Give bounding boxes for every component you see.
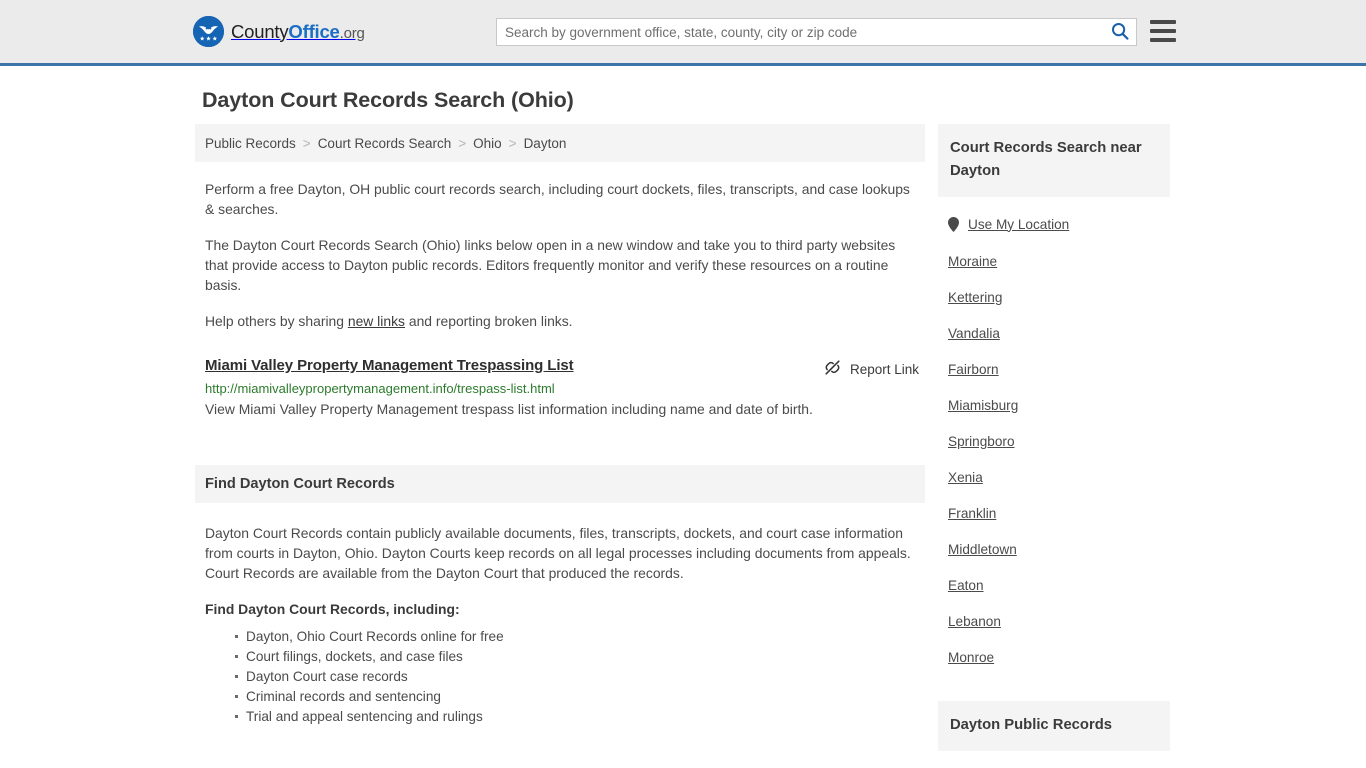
result-description: View Miami Valley Property Management tr… [205,401,813,417]
main-content: Public Records > Court Records Search > … [195,124,925,727]
search-button[interactable] [1104,19,1136,45]
list-item: Dayton Court case records [235,667,915,687]
list-item[interactable]: Springboro [938,423,1170,459]
list-item[interactable]: Eaton [938,567,1170,603]
search-icon [1111,22,1129,43]
intro-p3-after: and reporting broken links. [404,313,573,329]
intro-paragraph-3: Help others by sharing new links and rep… [195,311,925,331]
find-records-paragraph: Dayton Court Records contain publicly av… [205,525,911,581]
hamburger-menu-icon-bar-1 [1150,20,1176,24]
list-item: Criminal records and sentencing [235,687,915,707]
site-header: CountyOffice.org [0,0,1366,66]
list-item[interactable]: Kettering [938,279,1170,315]
breadcrumb: Public Records > Court Records Search > … [195,124,925,162]
public-records-heading: Dayton Public Records [938,701,1170,751]
sidebar: Court Records Search near Dayton Use My … [938,124,1170,768]
logo-word-org: .org [339,24,365,42]
nearby-city-eaton[interactable]: Eaton [948,578,984,593]
breadcrumb-separator: > [458,135,467,151]
list-item: Court filings, dockets, and case files [235,647,915,667]
logo-word-office: Office [288,20,340,42]
eagle-crest-icon [193,16,224,47]
map-pin-icon [948,216,959,232]
nearby-city-kettering[interactable]: Kettering [948,290,1002,305]
find-records-section-body: Dayton Court Records contain publicly av… [195,523,925,727]
use-my-location-row[interactable]: Use My Location [938,206,1170,242]
list-item[interactable]: Moraine [938,243,1170,279]
use-my-location-link[interactable]: Use My Location [968,217,1069,232]
breadcrumb-item-dayton: Dayton [523,135,567,151]
search-result-item: Miami Valley Property Management Trespas… [195,357,925,419]
intro-p3-before: Help others by sharing [205,313,348,329]
nearby-city-franklin[interactable]: Franklin [948,506,996,521]
nearby-city-vandalia[interactable]: Vandalia [948,326,1000,341]
nearby-city-springboro[interactable]: Springboro [948,434,1015,449]
site-logo[interactable]: CountyOffice.org [193,16,365,47]
nearby-city-moraine[interactable]: Moraine [948,254,997,269]
broken-link-icon [824,359,841,379]
list-item[interactable]: Fairborn [938,351,1170,387]
report-link-label: Report Link [849,361,919,377]
list-item: Dayton, Ohio Court Records online for fr… [235,627,915,647]
find-records-bullet-list: Dayton, Ohio Court Records online for fr… [205,627,915,727]
nearby-city-xenia[interactable]: Xenia [948,470,983,485]
use-my-location-list: Use My Location [938,206,1170,242]
breadcrumb-separator: > [302,135,311,151]
report-link-button[interactable]: Report Link [824,359,919,379]
hamburger-menu-button[interactable] [1150,20,1176,42]
page-title: Dayton Court Records Search (Ohio) [202,88,574,112]
nearby-city-middletown[interactable]: Middletown [948,542,1017,557]
list-item[interactable]: Xenia [938,459,1170,495]
intro-paragraph-2: The Dayton Court Records Search (Ohio) l… [205,237,896,293]
breadcrumb-separator: > [508,135,517,151]
new-links-link[interactable]: new links [348,313,405,329]
find-records-section-heading: Find Dayton Court Records [195,465,925,503]
hamburger-menu-icon-bar-3 [1150,38,1176,42]
nearby-cities-list: Moraine Kettering Vandalia Fairborn Miam… [938,243,1170,675]
list-item[interactable]: Monroe [938,639,1170,675]
site-logo-text: CountyOffice.org [231,21,365,43]
list-item[interactable]: Lebanon [938,603,1170,639]
find-records-subheading: Find Dayton Court Records, including: [205,601,460,617]
list-item[interactable]: Miamisburg [938,387,1170,423]
list-item[interactable]: Middletown [938,531,1170,567]
search-bar [496,18,1137,46]
nearby-search-heading: Court Records Search near Dayton [938,124,1170,197]
public-records-list: Arrest Records Search [938,759,1170,768]
list-item[interactable]: Franklin [938,495,1170,531]
nearby-city-lebanon[interactable]: Lebanon [948,614,1001,629]
nearby-city-fairborn[interactable]: Fairborn [948,362,999,377]
result-title-link[interactable]: Miami Valley Property Management Trespas… [205,357,574,374]
breadcrumb-item-ohio[interactable]: Ohio [473,136,502,151]
breadcrumb-item-public-records[interactable]: Public Records [205,136,296,151]
list-item: Trial and appeal sentencing and rulings [235,707,915,727]
nearby-city-miamisburg[interactable]: Miamisburg [948,398,1018,413]
hamburger-menu-icon-bar-2 [1150,29,1176,33]
result-url[interactable]: http://miamivalleypropertymanagement.inf… [205,381,915,396]
logo-word-county: County [231,20,289,42]
nearby-city-monroe[interactable]: Monroe [948,650,994,665]
list-item[interactable]: Vandalia [938,315,1170,351]
breadcrumb-item-court-records-search[interactable]: Court Records Search [318,136,452,151]
list-item[interactable]: Arrest Records Search [938,759,1170,768]
intro-paragraph-1: Perform a free Dayton, OH public court r… [205,181,910,217]
search-input[interactable] [497,19,1104,45]
